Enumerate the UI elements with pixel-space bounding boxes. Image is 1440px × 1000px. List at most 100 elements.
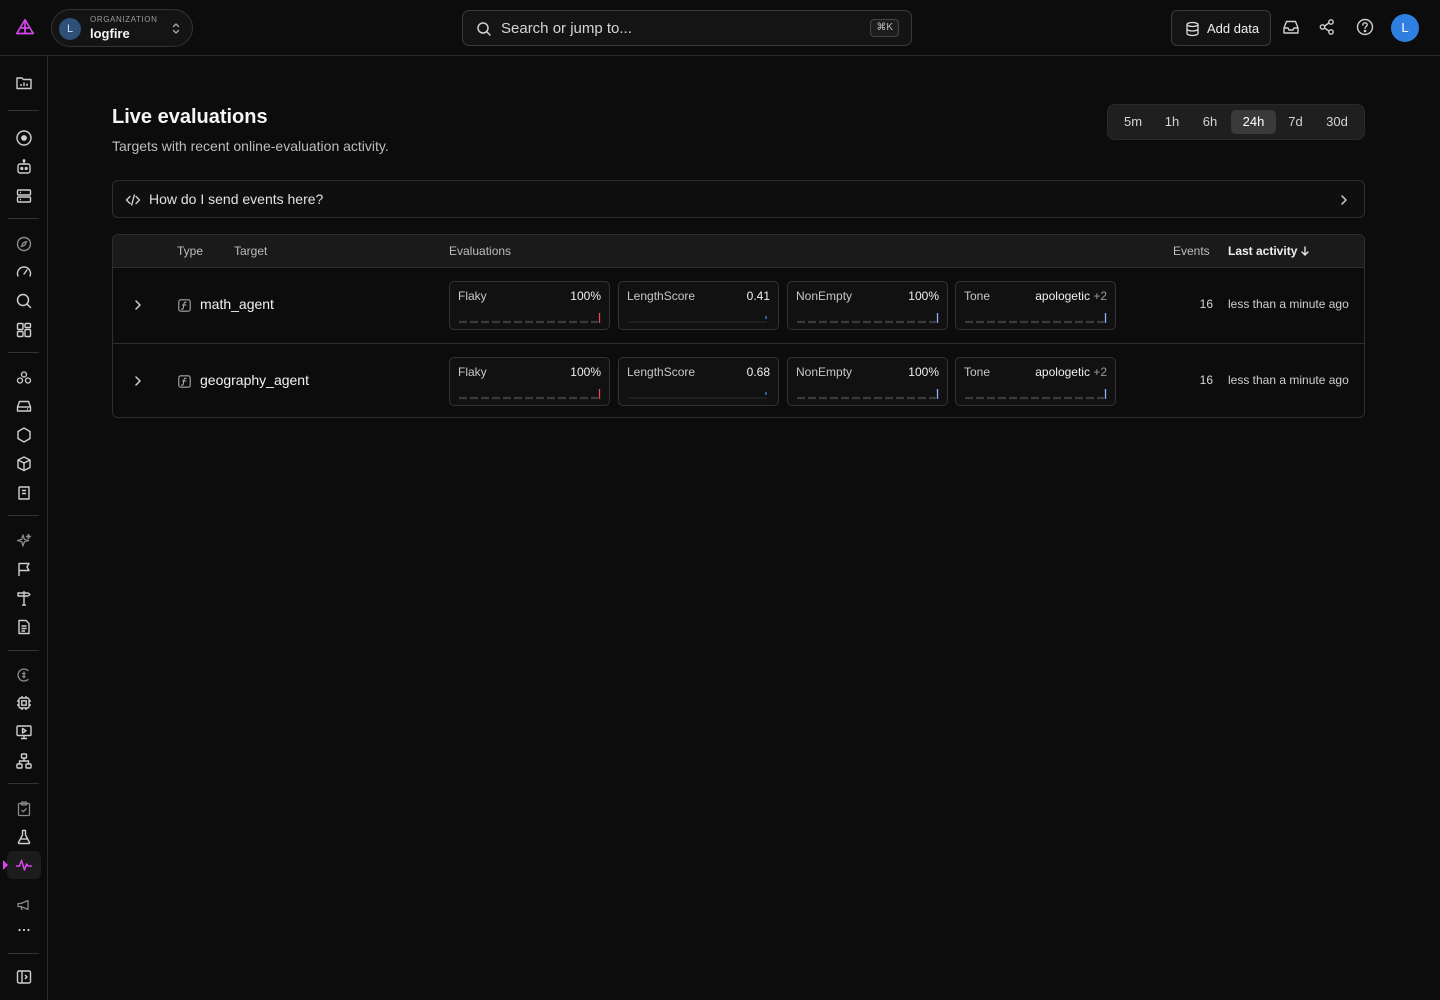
table-row[interactable]: math_agent Flaky 100% LengthScore 0.41 NonEmp… (113, 268, 1364, 343)
header-type: Type (177, 244, 204, 258)
live-evaluations-pulse-icon[interactable] (15, 856, 33, 874)
document-icon[interactable] (15, 618, 33, 636)
chevrons-up-down-icon (171, 22, 181, 35)
header-last-activity[interactable]: Last activity (1228, 244, 1310, 258)
range-7d-button[interactable]: 7d (1281, 110, 1310, 134)
evaluation-name: Tone (964, 365, 991, 379)
share-icon[interactable] (1318, 18, 1336, 36)
organization-switcher[interactable]: L ORGANIZATION logfire (51, 9, 193, 47)
org-avatar: L (59, 18, 81, 40)
cpu-chip-icon[interactable] (15, 694, 33, 712)
logfire-logo-icon[interactable] (14, 17, 36, 39)
event-count: 16 (1199, 373, 1213, 387)
evaluation-card[interactable]: LengthScore 0.41 (618, 281, 779, 330)
dashboards-grid-icon[interactable] (15, 321, 33, 339)
range-1h-button[interactable]: 1h (1156, 110, 1188, 134)
range-6h-button[interactable]: 6h (1194, 110, 1226, 134)
evaluation-sparkline (965, 313, 1107, 324)
function-type-icon (178, 299, 191, 312)
header-evaluations: Evaluations (449, 244, 512, 258)
time-range-selector: 5m 1h 6h 24h 7d 30d (1107, 104, 1365, 140)
signpost-icon[interactable] (15, 589, 33, 607)
table-row[interactable]: geography_agent Flaky 100% LengthScore 0.68 N… (113, 343, 1364, 417)
sidebar (0, 56, 48, 1000)
org-name: logfire (90, 26, 130, 41)
expand-chevron-icon[interactable] (133, 374, 143, 388)
help-icon[interactable] (1356, 18, 1374, 36)
cost-insights-icon[interactable] (15, 666, 33, 684)
evaluation-card[interactable]: Flaky 100% (449, 281, 610, 330)
evaluation-value: 100% (908, 365, 939, 379)
gauge-icon[interactable] (15, 263, 33, 281)
logs-scroll-icon[interactable] (15, 484, 33, 502)
page-title: Live evaluations (112, 106, 268, 128)
evaluation-value-text: 100% (908, 365, 939, 379)
header-last-activity-label: Last activity (1228, 244, 1298, 258)
evaluation-card[interactable]: NonEmpty 100% (787, 357, 948, 406)
sidebar-divider (8, 218, 39, 219)
evaluation-card[interactable]: NonEmpty 100% (787, 281, 948, 330)
evaluation-name: Tone (964, 289, 991, 303)
evaluation-value-text: 100% (570, 365, 601, 379)
add-data-button[interactable]: Add data (1171, 10, 1271, 46)
sidebar-divider (8, 515, 39, 516)
agent-bot-icon[interactable] (15, 158, 33, 176)
evaluation-value: apologetic +2 (1035, 365, 1107, 379)
evaluation-value: 0.41 (747, 289, 770, 303)
top-bar: L ORGANIZATION logfire Search or jump to… (0, 0, 1440, 56)
range-30d-button[interactable]: 30d (1316, 110, 1358, 134)
function-type-icon (178, 375, 191, 388)
evaluation-sparkline (459, 313, 601, 324)
sparkles-icon[interactable] (15, 532, 33, 550)
sidebar-divider (8, 650, 39, 651)
topology-icon[interactable] (15, 752, 33, 770)
evaluations-table: Type Target Evaluations Events Last acti… (112, 234, 1365, 418)
evaluation-card[interactable]: Tone apologetic +2 (955, 281, 1116, 330)
flask-icon[interactable] (15, 828, 33, 846)
evaluation-value-text: apologetic (1035, 365, 1090, 379)
projects-folder-icon[interactable] (15, 74, 33, 92)
live-view-icon[interactable] (15, 129, 33, 147)
flag-icon[interactable] (15, 560, 33, 578)
evaluation-value: 100% (570, 365, 601, 379)
last-activity: less than a minute ago (1228, 373, 1349, 387)
evaluation-name: NonEmpty (796, 289, 853, 303)
user-avatar[interactable]: L (1391, 14, 1419, 42)
monitor-play-icon[interactable] (15, 723, 33, 741)
evaluation-value-text: 100% (908, 289, 939, 303)
search-input[interactable]: Search or jump to... ⌘K (462, 10, 912, 46)
evaluation-value-text: 100% (570, 289, 601, 303)
inbox-icon[interactable] (1282, 18, 1300, 36)
evaluation-card[interactable]: Flaky 100% (449, 357, 610, 406)
storage-drive-icon[interactable] (15, 397, 33, 415)
evaluation-value: apologetic +2 (1035, 289, 1107, 303)
send-events-help-accordion[interactable]: How do I send events here? (112, 180, 1365, 218)
expand-chevron-icon[interactable] (133, 298, 143, 312)
code-icon (125, 192, 141, 208)
server-stack-icon[interactable] (15, 187, 33, 205)
sidebar-divider (8, 953, 39, 954)
package-cube-icon[interactable] (15, 455, 33, 473)
evaluation-value-text: apologetic (1035, 289, 1090, 303)
evaluation-card[interactable]: LengthScore 0.68 (618, 357, 779, 406)
sidebar-toggle-icon[interactable] (15, 968, 33, 986)
range-5m-button[interactable]: 5m (1116, 110, 1150, 134)
range-24h-button[interactable]: 24h (1231, 110, 1276, 134)
evaluation-extra-count: +2 (1093, 289, 1107, 303)
megaphone-icon[interactable] (15, 896, 33, 914)
evaluation-name: NonEmpty (796, 365, 853, 379)
compass-icon[interactable] (15, 235, 33, 253)
cluster-icon[interactable] (15, 369, 33, 387)
evaluation-card[interactable]: Tone apologetic +2 (955, 357, 1116, 406)
sidebar-divider (8, 110, 39, 111)
evaluation-name: Flaky (458, 365, 487, 379)
header-events[interactable]: Events (1173, 244, 1210, 258)
more-dots-icon[interactable] (15, 921, 33, 939)
target-name[interactable]: math_agent (200, 296, 274, 312)
sort-descending-icon (1301, 246, 1310, 256)
event-count: 16 (1199, 297, 1213, 311)
explore-search-icon[interactable] (15, 292, 33, 310)
target-name[interactable]: geography_agent (200, 372, 309, 388)
clipboard-check-icon[interactable] (15, 800, 33, 818)
hexagon-icon[interactable] (15, 426, 33, 444)
